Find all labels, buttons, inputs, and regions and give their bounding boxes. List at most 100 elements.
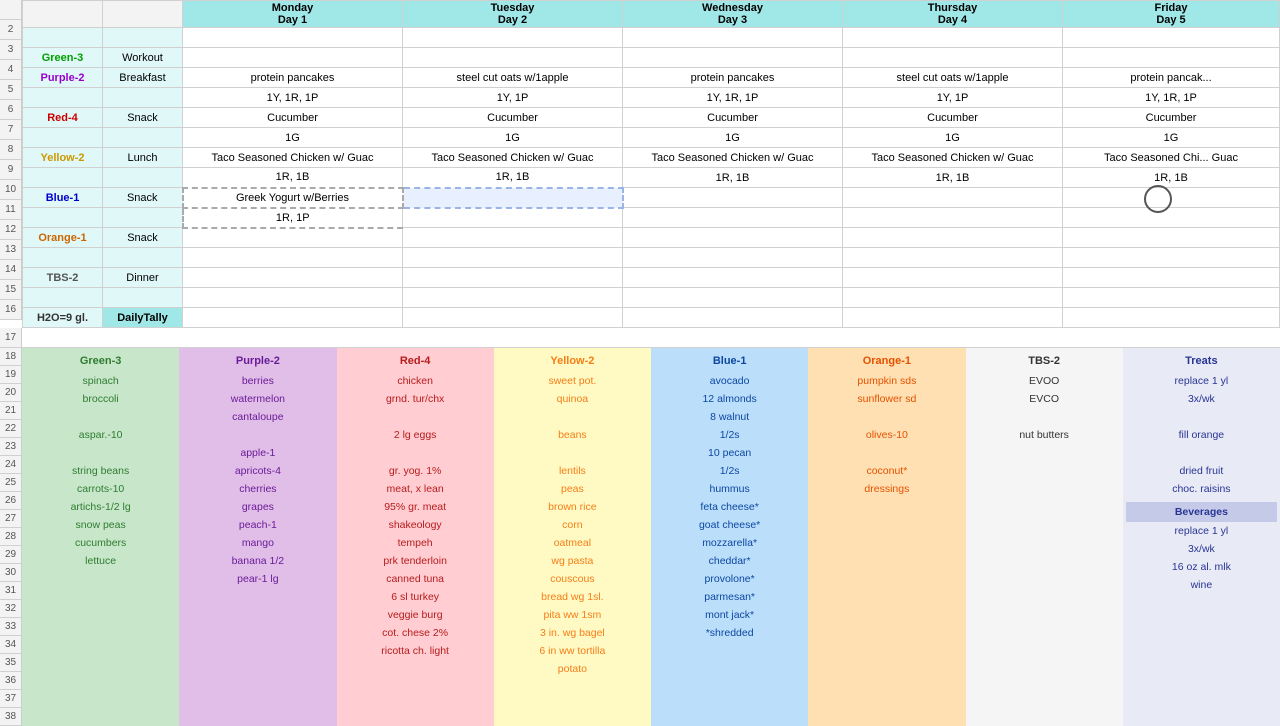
meal-plan-table: Monday Day 1 Tuesday Day 2 Wednesday Day… [22,0,1280,328]
cell-r8-tue[interactable]: Taco Seasoned Chicken w/ Guac [403,148,623,168]
cell-r3-mon[interactable] [183,48,403,68]
cell-r13-fri[interactable] [1063,248,1280,268]
cell-r9-mon[interactable]: 1R, 1B [183,168,403,188]
food-item: watermelon [182,390,333,408]
table-row-4: Purple-2 Breakfast protein pancakes stee… [23,68,1280,88]
cell-r12-fri[interactable] [1063,228,1280,248]
cell-r16-thu[interactable] [843,308,1063,328]
cell-r9-thu[interactable]: 1R, 1B [843,168,1063,188]
cell-r14-tue[interactable] [403,268,623,288]
cell-r13-thu[interactable] [843,248,1063,268]
food-row-num-37: 37 [0,690,21,708]
cell-r10-wed[interactable] [623,188,843,208]
cell-r12-wed[interactable] [623,228,843,248]
cell-r13-tue[interactable] [403,248,623,268]
cell-r8-meal: Lunch [103,148,183,168]
cell-r3-wed[interactable] [623,48,843,68]
food-item: 8 walnut [654,408,805,426]
cell-r16-wed[interactable] [623,308,843,328]
cell-r10-mon[interactable]: Greek Yogurt w/Berries [183,188,403,208]
cell-r11-wed[interactable] [623,208,843,228]
cell-r13-mon[interactable] [183,248,403,268]
food-item: parmesan* [654,588,805,606]
cell-r7-fri[interactable]: 1G [1063,128,1280,148]
col-header-workout [23,1,103,28]
cell-r10-fri[interactable] [1063,188,1280,208]
cell-r14-wed[interactable] [623,268,843,288]
cell-r8-mon[interactable]: Taco Seasoned Chicken w/ Guac [183,148,403,168]
cell-r14-mon[interactable] [183,268,403,288]
row-numbers: 2 3 4 5 6 7 8 9 10 11 12 13 14 15 16 [0,0,22,328]
cell-r10-tue[interactable] [403,188,623,208]
food-row-num-25: 25 [0,474,21,492]
row-num-9: 9 [0,160,22,180]
cell-r4-mon[interactable]: protein pancakes [183,68,403,88]
food-item: snow peas [25,516,176,534]
cell-r11-mon[interactable]: 1R, 1P [183,208,403,228]
food-item: brown rice [497,498,648,516]
cell-r4-fri[interactable]: protein pancak... [1063,68,1280,88]
cell-r6-tue[interactable]: Cucumber [403,108,623,128]
cell-r10-meal: Snack [103,188,183,208]
cell-r15-tue[interactable] [403,288,623,308]
cell-r8-thu[interactable]: Taco Seasoned Chicken w/ Guac [843,148,1063,168]
cell-r12-tue[interactable] [403,228,623,248]
cell-r4-wed[interactable]: protein pancakes [623,68,843,88]
cell-r2-fri[interactable] [1063,28,1280,48]
cell-r7-wed[interactable]: 1G [623,128,843,148]
cell-r8-wed[interactable]: Taco Seasoned Chicken w/ Guac [623,148,843,168]
cell-r15-fri[interactable] [1063,288,1280,308]
cell-r11-thu[interactable] [843,208,1063,228]
food-group-yellow: Yellow-2 sweet pot. quinoa beans lentils… [494,348,651,726]
cell-r15-wed[interactable] [623,288,843,308]
cell-r6-wed[interactable]: Cucumber [623,108,843,128]
cell-r7-thu[interactable]: 1G [843,128,1063,148]
cell-r14-thu[interactable] [843,268,1063,288]
cell-r5-tue[interactable]: 1Y, 1P [403,88,623,108]
cell-r4-thu[interactable]: steel cut oats w/1apple [843,68,1063,88]
cell-r13-wed[interactable] [623,248,843,268]
cell-r6-fri[interactable]: Cucumber [1063,108,1280,128]
cell-r3-fri[interactable] [1063,48,1280,68]
cell-r16-fri[interactable] [1063,308,1280,328]
cell-r11-tue[interactable] [403,208,623,228]
cell-r2-tue[interactable] [403,28,623,48]
cell-r9-tue[interactable]: 1R, 1B [403,168,623,188]
top-grid-section: 2 3 4 5 6 7 8 9 10 11 12 13 14 15 16 [0,0,1280,328]
food-item: pumpkin sds [811,372,962,390]
cell-r15-mon[interactable] [183,288,403,308]
cell-r3-tue[interactable] [403,48,623,68]
cell-r16-tue[interactable] [403,308,623,328]
cell-r5-fri[interactable]: 1Y, 1R, 1P [1063,88,1280,108]
food-item: mozzarella* [654,534,805,552]
food-item: prk tenderloin [340,552,491,570]
cell-r5-thu[interactable]: 1Y, 1P [843,88,1063,108]
cell-r4-tue[interactable]: steel cut oats w/1apple [403,68,623,88]
cell-r12-mon[interactable] [183,228,403,248]
cell-r8-fri[interactable]: Taco Seasoned Chi... Guac [1063,148,1280,168]
cell-r7-tue[interactable]: 1G [403,128,623,148]
cell-r11-fri[interactable] [1063,208,1280,228]
cell-r9-fri[interactable]: 1R, 1B [1063,168,1280,188]
cell-r15-thu[interactable] [843,288,1063,308]
cell-r5-mon[interactable]: 1Y, 1R, 1P [183,88,403,108]
cell-r6-thu[interactable]: Cucumber [843,108,1063,128]
cell-r2-wed[interactable] [623,28,843,48]
dinner-label: Dinner [126,272,158,284]
cell-r10-thu[interactable] [843,188,1063,208]
cell-r5-wed[interactable]: 1Y, 1R, 1P [623,88,843,108]
cell-r12-thu[interactable] [843,228,1063,248]
food-item: canned tuna [340,570,491,588]
cell-r2-mon[interactable] [183,28,403,48]
cell-r2-thu[interactable] [843,28,1063,48]
cell-r3-thu[interactable] [843,48,1063,68]
food-item [340,444,491,462]
cell-r14-workout: TBS-2 [23,268,103,288]
cell-r14-fri[interactable] [1063,268,1280,288]
cell-r7-mon[interactable]: 1G [183,128,403,148]
cell-r9-wed[interactable]: 1R, 1B [623,168,843,188]
food-item: artichs-1/2 lg [25,498,176,516]
cell-r6-mon[interactable]: Cucumber [183,108,403,128]
cell-r16-mon[interactable] [183,308,403,328]
food-item [182,426,333,444]
